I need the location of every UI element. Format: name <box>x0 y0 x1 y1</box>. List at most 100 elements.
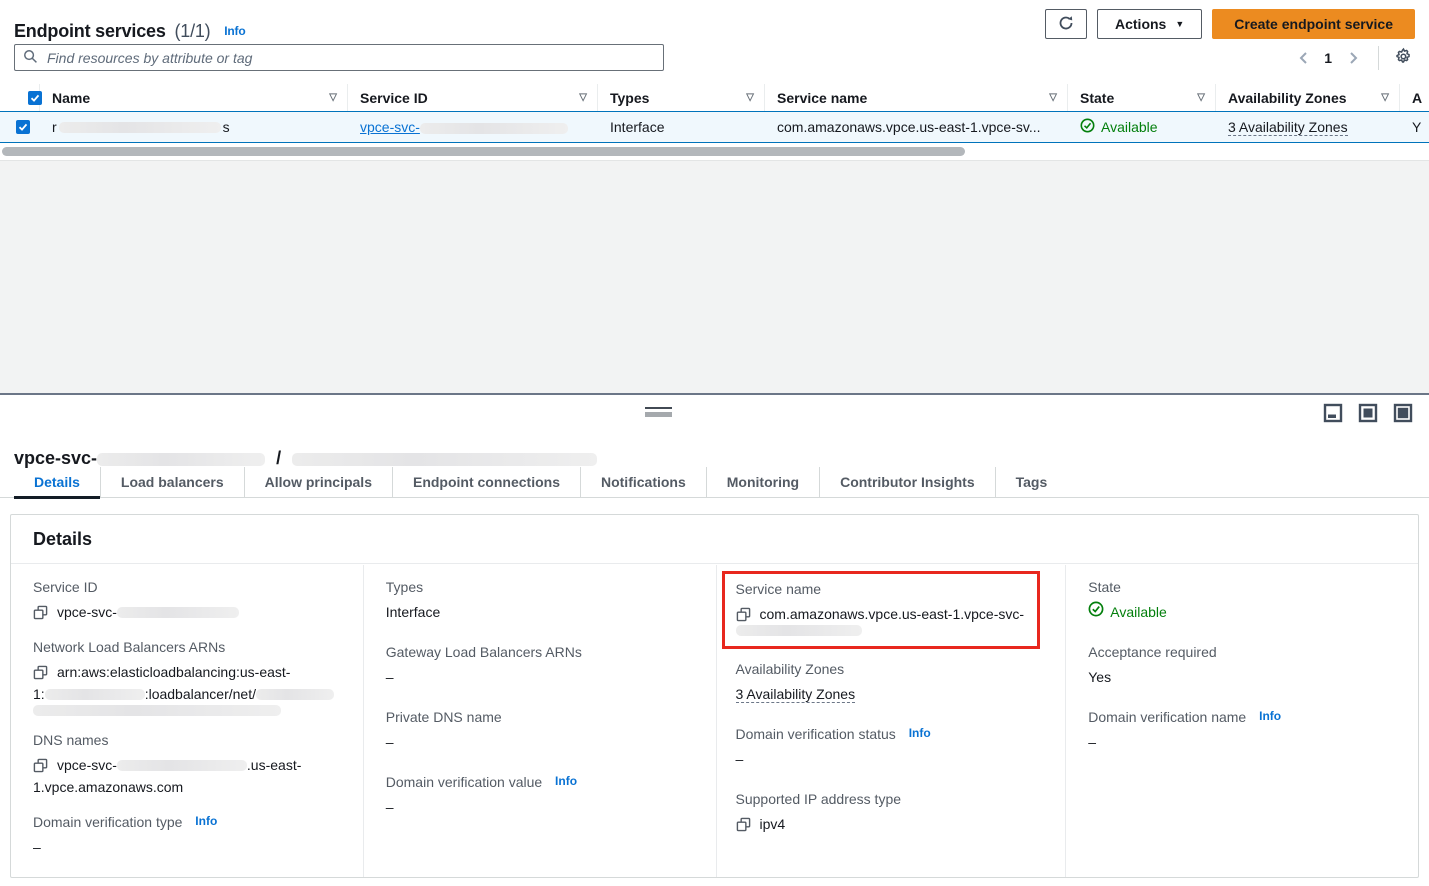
column-header-service-name[interactable]: Service name ▽ <box>765 84 1068 111</box>
tab-load-balancers[interactable]: Load balancers <box>100 467 244 498</box>
redacted-text <box>117 760 247 771</box>
redacted-text <box>736 625 862 636</box>
sort-icon[interactable]: ▽ <box>1049 92 1057 103</box>
tab-notifications[interactable]: Notifications <box>580 467 706 498</box>
status-available-icon <box>1088 601 1104 623</box>
details-grid: Service ID vpce-svc- Network Load Balanc… <box>11 565 1418 877</box>
field-availability-zones: Availability Zones 3 Availability Zones <box>736 661 1048 705</box>
resource-search[interactable] <box>14 44 664 71</box>
sort-icon[interactable]: ▽ <box>329 92 337 103</box>
redacted-text <box>292 453 597 466</box>
sort-icon[interactable]: ▽ <box>1381 92 1389 103</box>
tab-endpoint-connections[interactable]: Endpoint connections <box>392 467 580 498</box>
details-column-1: Service ID vpce-svc- Network Load Balanc… <box>11 565 363 877</box>
availability-zones-popover-link[interactable]: 3 Availability Zones <box>1228 119 1348 136</box>
page-title: Endpoint services (1/1) Info <box>14 21 246 42</box>
column-header-truncated[interactable]: A <box>1400 84 1429 111</box>
previous-page-button[interactable] <box>1292 47 1314 69</box>
panel-maximize-icon <box>1393 411 1413 426</box>
next-page-button[interactable] <box>1342 47 1364 69</box>
pagination: 1 <box>1292 44 1415 71</box>
tab-allow-principals[interactable]: Allow principals <box>244 467 392 498</box>
refresh-button[interactable] <box>1045 9 1087 39</box>
info-link[interactable]: Info <box>909 726 931 740</box>
horizontal-scrollbar-thumb[interactable] <box>2 147 965 156</box>
endpoint-services-panel: Endpoint services (1/1) Info Actions ▼ C… <box>0 0 1429 160</box>
horizontal-scrollbar <box>0 147 1429 156</box>
row-select-cell <box>0 120 40 134</box>
sort-icon[interactable]: ▽ <box>746 92 754 103</box>
column-header-state[interactable]: State ▽ <box>1068 84 1216 111</box>
tab-contributor-insights[interactable]: Contributor Insights <box>819 467 995 498</box>
content-background <box>0 160 1429 393</box>
sort-icon[interactable]: ▽ <box>579 92 587 103</box>
cell-availability-zones: 3 Availability Zones <box>1216 119 1400 136</box>
copy-icon[interactable] <box>33 665 48 680</box>
create-endpoint-service-button[interactable]: Create endpoint service <box>1212 9 1415 39</box>
gear-icon <box>1394 47 1413 69</box>
redacted-text <box>45 689 145 700</box>
panel-position-maximize-button[interactable] <box>1393 403 1413 423</box>
cell-types: Interface <box>598 119 765 135</box>
cell-service-name: com.amazonaws.vpce.us-east-1.vpce-sv... <box>765 119 1068 135</box>
column-header-availability-zones[interactable]: Availability Zones ▽ <box>1216 84 1400 111</box>
split-panel: vpce-svc- / Details Load balancers Allow… <box>0 393 1429 886</box>
service-id-link[interactable]: vpce-svc- <box>360 119 568 135</box>
details-heading: Details <box>11 515 1418 564</box>
info-link[interactable]: Info <box>1259 709 1281 723</box>
field-gateway-lb-arns: Gateway Load Balancers ARNs – <box>386 644 698 688</box>
info-link[interactable]: Info <box>195 814 217 828</box>
cell-service-id: vpce-svc- <box>348 119 598 135</box>
field-domain-verification-name: Domain verification name Info – <box>1088 709 1400 753</box>
search-icon <box>23 49 38 67</box>
info-link[interactable]: Info <box>555 774 577 788</box>
field-service-id: Service ID vpce-svc- <box>33 579 345 623</box>
title-info-link[interactable]: Info <box>224 24 245 38</box>
field-supported-ip-address-type: Supported IP address type ipv4 <box>736 791 1048 835</box>
header-actions: Actions ▼ Create endpoint service <box>1045 9 1415 39</box>
row-checkbox[interactable] <box>16 120 30 134</box>
details-column-4: State Available Acceptance required <box>1065 565 1418 877</box>
field-domain-verification-value: Domain verification value Info – <box>386 774 698 818</box>
resource-count: (1/1) <box>174 21 210 41</box>
table-header-row: Name ▽ Service ID ▽ Types ▽ Service name… <box>0 84 1429 111</box>
column-header-types[interactable]: Types ▽ <box>598 84 765 111</box>
tab-monitoring[interactable]: Monitoring <box>706 467 819 498</box>
details-card: Details Service ID vpce-svc- <box>10 514 1419 878</box>
cell-state: Available <box>1068 118 1216 136</box>
table-settings-button[interactable] <box>1391 46 1415 70</box>
sort-icon[interactable]: ▽ <box>1197 92 1205 103</box>
field-service-name: Service name com.amazonaws.vpce.us-east-… <box>736 581 1027 636</box>
panel-bottom-icon <box>1323 411 1343 426</box>
field-domain-verification-status: Domain verification status Info – <box>736 726 1048 770</box>
split-panel-drag-handle[interactable] <box>645 407 672 417</box>
panel-split-icon <box>1358 411 1378 426</box>
panel-position-bottom-button[interactable] <box>1323 403 1343 423</box>
copy-icon[interactable] <box>33 605 48 620</box>
copy-icon[interactable] <box>33 758 48 773</box>
field-private-dns-name: Private DNS name – <box>386 709 698 753</box>
refresh-icon <box>1058 15 1074 34</box>
service-name-highlight-box: Service name com.amazonaws.vpce.us-east-… <box>722 571 1040 649</box>
column-header-service-id[interactable]: Service ID ▽ <box>348 84 598 111</box>
status-available-icon <box>1080 118 1095 136</box>
current-page-number[interactable]: 1 <box>1324 50 1332 66</box>
redacted-text <box>97 453 265 466</box>
actions-button[interactable]: Actions ▼ <box>1097 9 1202 39</box>
caret-down-icon: ▼ <box>1175 20 1184 29</box>
endpoint-services-page: Endpoint services (1/1) Info Actions ▼ C… <box>0 0 1429 886</box>
search-input[interactable] <box>45 49 655 67</box>
table-row[interactable]: r s vpce-svc- Interface com.amazonaws.vp… <box>0 111 1429 143</box>
actions-button-label: Actions <box>1115 16 1166 32</box>
column-header-name[interactable]: Name ▽ <box>40 84 348 111</box>
tab-tags[interactable]: Tags <box>995 467 1068 498</box>
copy-icon[interactable] <box>736 817 751 832</box>
redacted-text <box>33 705 281 716</box>
field-nlb-arns: Network Load Balancers ARNs arn:aws:elas… <box>33 639 345 716</box>
copy-icon[interactable] <box>736 607 751 622</box>
tab-details[interactable]: Details <box>14 467 100 498</box>
panel-position-split-button[interactable] <box>1358 403 1378 423</box>
field-types: Types Interface <box>386 579 698 623</box>
availability-zones-popover-link[interactable]: 3 Availability Zones <box>736 686 856 703</box>
page-title-text: Endpoint services <box>14 21 166 41</box>
